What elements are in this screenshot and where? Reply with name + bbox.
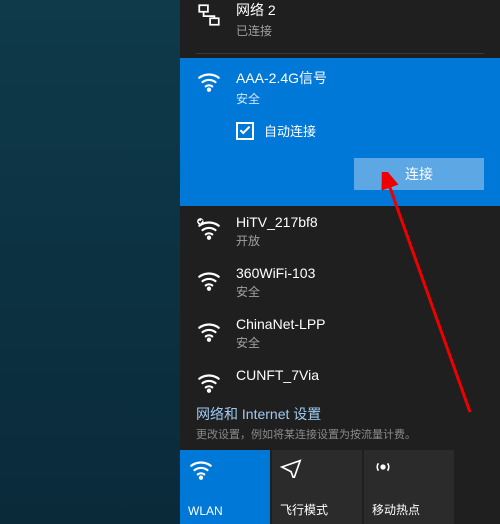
network-status: 已连接 xyxy=(236,22,276,39)
network-name: CUNFT_7Via xyxy=(236,367,319,383)
connected-network[interactable]: 网络 2 已连接 xyxy=(180,0,500,47)
network-item[interactable]: 360WiFi-103 安全 xyxy=(180,257,500,308)
selected-network[interactable]: AAA-2.4G信号 安全 自动连接 连接 xyxy=(180,58,500,206)
hotspot-icon xyxy=(372,456,394,478)
divider xyxy=(196,53,484,54)
quick-tile-hotspot[interactable]: 移动热点 xyxy=(364,450,454,524)
network-security: 安全 xyxy=(236,334,326,351)
network-name: ChinaNet-LPP xyxy=(236,316,326,332)
wifi-icon xyxy=(188,456,210,478)
network-name: HiTV_217bf8 xyxy=(236,214,318,230)
wifi-secure-icon xyxy=(196,369,222,395)
settings-title: 网络和 Internet 设置 xyxy=(196,404,484,424)
network-name: AAA-2.4G信号 xyxy=(236,68,327,88)
quick-tile-airplane[interactable]: 飞行模式 xyxy=(272,450,362,524)
quick-actions: WLAN 飞行模式 移动热点 xyxy=(180,450,500,524)
quick-tile-label: WLAN xyxy=(188,504,262,518)
auto-connect-checkbox[interactable]: 自动连接 xyxy=(236,121,484,140)
quick-tile-label: 移动热点 xyxy=(372,501,446,518)
wifi-secure-icon xyxy=(196,318,222,344)
network-item[interactable]: CUNFT_7Via xyxy=(180,359,500,398)
wifi-open-icon xyxy=(196,216,222,242)
ethernet-icon xyxy=(196,2,222,28)
auto-connect-label: 自动连接 xyxy=(264,121,316,140)
network-name: 网络 2 xyxy=(236,0,276,20)
checkbox-icon xyxy=(236,122,254,140)
network-item[interactable]: ChinaNet-LPP 安全 xyxy=(180,308,500,359)
network-item[interactable]: HiTV_217bf8 开放 xyxy=(180,206,500,257)
network-settings-link[interactable]: 网络和 Internet 设置 更改设置，例如将某连接设置为按流量计费。 xyxy=(180,398,500,450)
connect-button[interactable]: 连接 xyxy=(354,158,484,190)
airplane-icon xyxy=(280,456,302,478)
quick-tile-wifi[interactable]: WLAN xyxy=(180,450,270,524)
network-security: 安全 xyxy=(236,283,315,300)
network-list: 网络 2 已连接 AAA-2.4G信号 安全 自动连接 xyxy=(180,0,500,398)
network-flyout: 网络 2 已连接 AAA-2.4G信号 安全 自动连接 xyxy=(180,0,500,524)
wifi-icon xyxy=(196,68,222,94)
network-security: 开放 xyxy=(236,232,318,249)
quick-tile-label: 飞行模式 xyxy=(280,501,354,518)
wifi-secure-icon xyxy=(196,267,222,293)
settings-subtitle: 更改设置，例如将某连接设置为按流量计费。 xyxy=(196,426,484,442)
network-security: 安全 xyxy=(236,90,327,107)
network-name: 360WiFi-103 xyxy=(236,265,315,281)
